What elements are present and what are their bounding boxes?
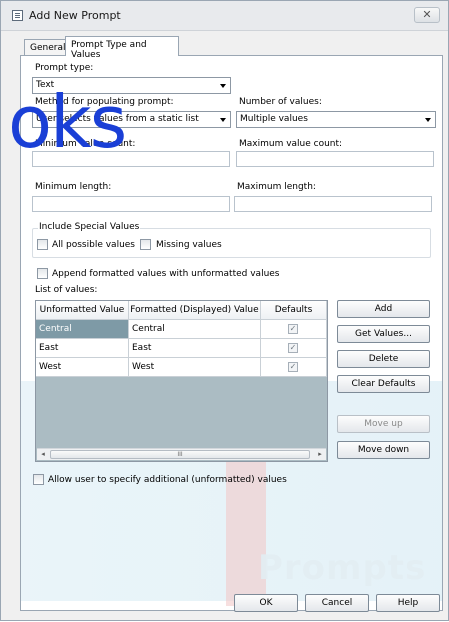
- grid-cell-unformatted[interactable]: West: [36, 358, 129, 377]
- prompt-type-label: Prompt type:: [35, 63, 94, 73]
- missing-values-checkbox[interactable]: [140, 239, 151, 250]
- column-header-unformatted[interactable]: Unformatted Value: [36, 301, 129, 320]
- list-of-values-label: List of values:: [35, 285, 98, 295]
- all-possible-checkbox[interactable]: [37, 239, 48, 250]
- max-count-label: Maximum value count:: [239, 139, 343, 149]
- clear-defaults-button[interactable]: Clear Defaults: [337, 375, 430, 393]
- default-checkbox[interactable]: ✓: [288, 324, 298, 334]
- cancel-button[interactable]: Cancel: [305, 594, 369, 612]
- min-length-label: Minimum length:: [35, 182, 112, 192]
- grid-cell-unformatted[interactable]: Central: [36, 320, 129, 339]
- max-length-field[interactable]: [234, 196, 432, 212]
- grid-cell-formatted[interactable]: West: [129, 358, 261, 377]
- values-grid[interactable]: Unformatted Value Formatted (Displayed) …: [35, 300, 328, 462]
- append-checkbox[interactable]: [37, 268, 48, 279]
- move-down-button[interactable]: Move down: [337, 441, 430, 459]
- chevron-down-icon: [220, 118, 226, 122]
- ok-button[interactable]: OK: [234, 594, 298, 612]
- grid-cell-default[interactable]: ✓: [261, 358, 327, 377]
- default-checkbox[interactable]: ✓: [288, 343, 298, 353]
- num-values-label: Number of values:: [239, 97, 322, 107]
- watermark-logo: oks: [8, 80, 127, 164]
- append-label: Append formatted values with unformatted…: [52, 269, 280, 279]
- allow-additional-checkbox[interactable]: [33, 474, 44, 485]
- get-values-button[interactable]: Get Values...: [337, 325, 430, 343]
- watermark-logo-bottom: Prompts: [258, 548, 427, 588]
- allow-additional-label: Allow user to specify additional (unform…: [48, 475, 287, 485]
- max-length-label: Maximum length:: [237, 182, 316, 192]
- special-values-label: Include Special Values: [38, 222, 141, 232]
- scroll-thumb[interactable]: III: [50, 450, 310, 459]
- grid-cell-formatted[interactable]: East: [129, 339, 261, 358]
- min-length-field[interactable]: [32, 196, 230, 212]
- grid-cell-default[interactable]: ✓: [261, 339, 327, 358]
- help-button[interactable]: Help: [376, 594, 440, 612]
- grid-cell-unformatted[interactable]: East: [36, 339, 129, 358]
- chevron-down-icon: [425, 118, 431, 122]
- num-values-select[interactable]: Multiple values: [236, 111, 436, 128]
- scroll-right-icon[interactable]: ▸: [315, 450, 325, 459]
- grid-cell-formatted[interactable]: Central: [129, 320, 261, 339]
- scroll-left-icon[interactable]: ◂: [38, 450, 48, 459]
- column-header-formatted[interactable]: Formatted (Displayed) Value: [129, 301, 261, 320]
- delete-button[interactable]: Delete: [337, 350, 430, 368]
- missing-values-label: Missing values: [156, 240, 222, 250]
- chevron-down-icon: [220, 84, 226, 88]
- max-count-field[interactable]: [236, 151, 434, 167]
- move-up-button[interactable]: Move up: [337, 415, 430, 433]
- add-button[interactable]: Add: [337, 300, 430, 318]
- horizontal-scrollbar[interactable]: ◂ III ▸: [37, 448, 326, 460]
- default-checkbox[interactable]: ✓: [288, 362, 298, 372]
- grid-cell-default[interactable]: ✓: [261, 320, 327, 339]
- column-header-defaults[interactable]: Defaults: [261, 301, 327, 320]
- all-possible-label: All possible values: [52, 240, 135, 250]
- num-values-value: Multiple values: [240, 114, 308, 124]
